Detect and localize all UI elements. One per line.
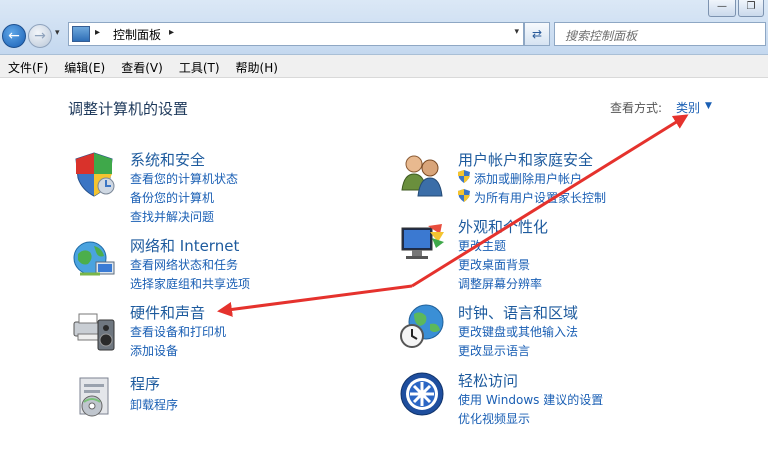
menu-file[interactable]: 文件(F) bbox=[0, 55, 56, 77]
breadcrumb-separator[interactable]: ▸ bbox=[95, 27, 100, 38]
category-network-internet[interactable]: 网络和 Internet bbox=[130, 235, 239, 256]
window-controls: — ❐ bbox=[706, 0, 764, 17]
category-user-accounts[interactable]: 用户帐户和家庭安全 bbox=[458, 149, 593, 170]
window-titlebar: — ❐ ← → ▾ ▸ 控制面板 ▸ ▾ ⇄ 搜索控制面板 bbox=[0, 0, 768, 55]
link-keyboard-input[interactable]: 更改键盘或其他输入法 bbox=[458, 323, 578, 340]
link-recommended-settings[interactable]: 使用 Windows 建议的设置 bbox=[458, 391, 603, 408]
minimize-button[interactable]: — bbox=[708, 0, 736, 17]
refresh-button[interactable]: ⇄ bbox=[524, 22, 550, 46]
page-title: 调整计算机的设置 bbox=[68, 100, 189, 118]
recent-pages-dropdown[interactable]: ▾ bbox=[55, 28, 60, 38]
link-add-remove-accounts[interactable]: 添加或删除用户帐户 bbox=[474, 170, 582, 187]
search-input[interactable]: 搜索控制面板 bbox=[554, 22, 766, 46]
category-system-security[interactable]: 系统和安全 bbox=[130, 149, 205, 170]
link-parental-controls[interactable]: 为所有用户设置家长控制 bbox=[474, 189, 606, 206]
refresh-icon: ⇄ bbox=[531, 27, 543, 41]
view-by-label: 查看方式: bbox=[610, 101, 663, 115]
printer-speaker-icon[interactable] bbox=[70, 304, 118, 352]
view-by-dropdown-arrow-icon[interactable]: ▼ bbox=[705, 101, 712, 111]
category-clock-language-region[interactable]: 时钟、语言和区域 bbox=[458, 302, 578, 323]
menu-bar: 文件(F) 编辑(E) 查看(V) 工具(T) 帮助(H) bbox=[0, 55, 768, 78]
link-screen-resolution[interactable]: 调整屏幕分辨率 bbox=[458, 275, 542, 292]
address-dropdown-icon[interactable]: ▾ bbox=[514, 27, 519, 37]
programs-icon[interactable] bbox=[70, 372, 118, 420]
link-homegroup-sharing[interactable]: 选择家庭组和共享选项 bbox=[130, 275, 250, 292]
back-button[interactable]: ← bbox=[2, 24, 26, 48]
uac-shield-icon bbox=[458, 170, 470, 183]
link-uninstall-program[interactable]: 卸载程序 bbox=[130, 396, 178, 413]
menu-help[interactable]: 帮助(H) bbox=[228, 55, 286, 77]
back-arrow-icon: ← bbox=[8, 28, 20, 44]
link-network-status[interactable]: 查看网络状态和任务 bbox=[130, 256, 238, 273]
link-optimize-display[interactable]: 优化视频显示 bbox=[458, 410, 530, 427]
breadcrumb-separator-end[interactable]: ▸ bbox=[169, 27, 174, 38]
category-ease-of-access[interactable]: 轻松访问 bbox=[458, 370, 518, 391]
link-display-language[interactable]: 更改显示语言 bbox=[458, 342, 530, 359]
network-globe-icon[interactable] bbox=[70, 236, 118, 284]
menu-view[interactable]: 查看(V) bbox=[113, 55, 171, 77]
link-change-theme[interactable]: 更改主题 bbox=[458, 237, 506, 254]
appearance-icon[interactable] bbox=[398, 220, 446, 268]
users-icon[interactable] bbox=[398, 150, 446, 198]
menu-edit[interactable]: 编辑(E) bbox=[56, 55, 113, 77]
category-appearance[interactable]: 外观和个性化 bbox=[458, 216, 548, 237]
shield-icon[interactable] bbox=[70, 150, 118, 198]
link-desktop-background[interactable]: 更改桌面背景 bbox=[458, 256, 530, 273]
menu-tools[interactable]: 工具(T) bbox=[171, 55, 228, 77]
ease-of-access-icon[interactable] bbox=[398, 370, 446, 418]
control-panel-icon bbox=[72, 26, 90, 42]
breadcrumb-control-panel[interactable]: 控制面板 bbox=[113, 26, 161, 43]
link-backup-computer[interactable]: 备份您的计算机 bbox=[130, 189, 214, 206]
view-by-dropdown[interactable]: 类别 bbox=[676, 99, 700, 116]
link-troubleshoot[interactable]: 查找并解决问题 bbox=[130, 208, 214, 225]
uac-shield-icon bbox=[458, 189, 470, 202]
link-devices-printers[interactable]: 查看设备和打印机 bbox=[130, 323, 226, 340]
forward-button[interactable]: → bbox=[28, 24, 52, 48]
address-bar[interactable]: ▸ 控制面板 ▸ ▾ bbox=[68, 22, 524, 46]
link-add-device[interactable]: 添加设备 bbox=[130, 342, 178, 359]
search-placeholder: 搜索控制面板 bbox=[565, 29, 638, 43]
clock-globe-icon[interactable] bbox=[398, 302, 446, 350]
link-view-computer-status[interactable]: 查看您的计算机状态 bbox=[130, 170, 238, 187]
category-hardware-sound[interactable]: 硬件和声音 bbox=[130, 302, 205, 323]
forward-arrow-icon: → bbox=[34, 28, 46, 44]
category-programs[interactable]: 程序 bbox=[130, 373, 160, 394]
maximize-button[interactable]: ❐ bbox=[738, 0, 764, 17]
